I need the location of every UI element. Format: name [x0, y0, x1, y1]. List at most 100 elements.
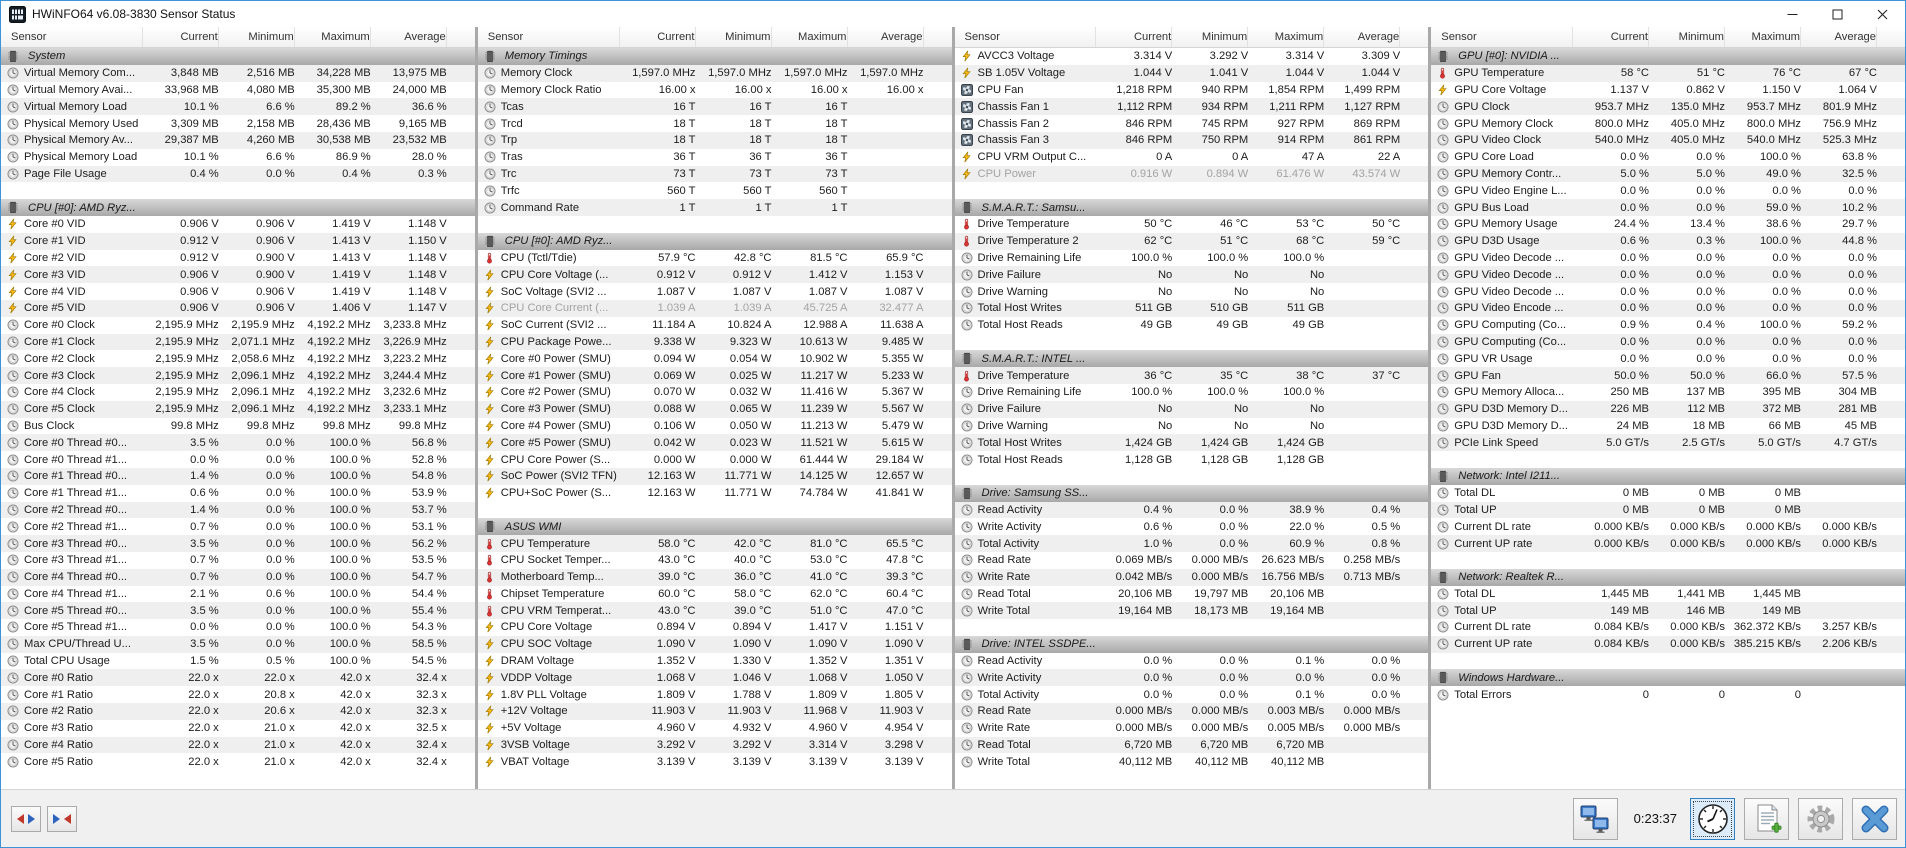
- sensor-row[interactable]: Total Errors000: [1431, 686, 1905, 703]
- sensor-row[interactable]: Trcd18 T18 T18 T: [478, 115, 952, 132]
- sensor-row[interactable]: GPU Memory Alloca...250 MB137 MB395 MB30…: [1431, 384, 1905, 401]
- sensor-row[interactable]: CPU Socket Temper...43.0 °C40.0 °C53.0 °…: [478, 552, 952, 569]
- column-header-maximum[interactable]: Maximum: [295, 27, 371, 47]
- sensor-row[interactable]: Core #1 Thread #1...0.6 %0.0 %100.0 %53.…: [1, 485, 475, 502]
- sensor-row[interactable]: Core #1 Power (SMU)0.069 W0.025 W11.217 …: [478, 367, 952, 384]
- sensor-row[interactable]: GPU Bus Load0.0 %0.0 %59.0 %10.2 %: [1431, 199, 1905, 216]
- sensor-row[interactable]: Core #2 VID0.912 V0.900 V1.413 V1.148 V: [1, 250, 475, 267]
- sensor-row[interactable]: GPU Core Voltage1.137 V0.862 V1.150 V1.0…: [1431, 82, 1905, 99]
- sensor-row[interactable]: GPU Clock953.7 MHz135.0 MHz953.7 MHz801.…: [1431, 98, 1905, 115]
- sensor-row[interactable]: Chassis Fan 3846 RPM750 RPM914 RPM861 RP…: [955, 132, 1429, 149]
- sensor-row[interactable]: Trp18 T18 T18 T: [478, 132, 952, 149]
- sensor-row[interactable]: Physical Memory Av...29,387 MB4,260 MB30…: [1, 132, 475, 149]
- sensor-row[interactable]: Memory Clock1,597.0 MHz1,597.0 MHz1,597.…: [478, 65, 952, 82]
- sensor-row[interactable]: Core #4 Power (SMU)0.106 W0.050 W11.213 …: [478, 418, 952, 435]
- sensor-row[interactable]: Drive Remaining Life100.0 %100.0 %100.0 …: [955, 250, 1429, 267]
- column-header-maximum[interactable]: Maximum: [772, 27, 848, 47]
- sensor-row[interactable]: GPU Video Decode ...0.0 %0.0 %0.0 %0.0 %: [1431, 250, 1905, 267]
- sensor-row[interactable]: Core #3 Power (SMU)0.088 W0.065 W11.239 …: [478, 401, 952, 418]
- sensor-row[interactable]: Core #2 Thread #1...0.7 %0.0 %100.0 %53.…: [1, 518, 475, 535]
- sensor-row[interactable]: GPU Memory Usage24.4 %13.4 %38.6 %29.7 %: [1431, 216, 1905, 233]
- sensor-row[interactable]: Core #4 Ratio22.0 x21.0 x42.0 x32.4 x: [1, 737, 475, 754]
- sensor-group-header[interactable]: S.M.A.R.T.: Samsu...: [955, 199, 1429, 216]
- column-header-minimum[interactable]: Minimum: [219, 27, 295, 47]
- sensor-row[interactable]: GPU D3D Memory D...24 MB18 MB66 MB45 MB: [1431, 418, 1905, 435]
- sensor-row[interactable]: Total Host Writes1,424 GB1,424 GB1,424 G…: [955, 434, 1429, 451]
- close-button[interactable]: [1860, 1, 1905, 27]
- sensor-row[interactable]: CPU Core Voltage0.894 V0.894 V1.417 V1.1…: [478, 619, 952, 636]
- sensor-row[interactable]: Core #1 VID0.912 V0.906 V1.413 V1.150 V: [1, 233, 475, 250]
- clock-button[interactable]: [1690, 798, 1735, 840]
- sensor-row[interactable]: Current DL rate0.084 KB/s0.000 KB/s362.3…: [1431, 619, 1905, 636]
- sensor-group-header[interactable]: Network: Intel I211...: [1431, 468, 1905, 485]
- sensor-row[interactable]: CPU SOC Voltage1.090 V1.090 V1.090 V1.09…: [478, 636, 952, 653]
- column-header-sensor[interactable]: Sensor: [481, 27, 620, 47]
- sensor-row[interactable]: Core #5 Thread #1...0.0 %0.0 %100.0 %54.…: [1, 619, 475, 636]
- sensor-row[interactable]: +5V Voltage4.960 V4.932 V4.960 V4.954 V: [478, 720, 952, 737]
- sensor-row[interactable]: Bus Clock99.8 MHz99.8 MHz99.8 MHz99.8 MH…: [1, 418, 475, 435]
- remote-monitoring-button[interactable]: [1573, 798, 1618, 840]
- sensor-row[interactable]: Virtual Memory Com...3,848 MB2,516 MB34,…: [1, 65, 475, 82]
- sensor-row[interactable]: Core #3 VID0.906 V0.900 V1.419 V1.148 V: [1, 266, 475, 283]
- column-header-minimum[interactable]: Minimum: [1649, 27, 1725, 47]
- sensor-row[interactable]: Read Rate0.000 MB/s0.000 MB/s0.003 MB/s0…: [955, 703, 1429, 720]
- sensor-row[interactable]: GPU Memory Contr...5.0 %5.0 %49.0 %32.5 …: [1431, 166, 1905, 183]
- sensor-row[interactable]: Drive Temperature50 °C46 °C53 °C50 °C: [955, 216, 1429, 233]
- sensor-row[interactable]: Virtual Memory Avai...33,968 MB4,080 MB3…: [1, 82, 475, 99]
- sensor-row[interactable]: Core #0 VID0.906 V0.906 V1.419 V1.148 V: [1, 216, 475, 233]
- sensor-row[interactable]: Drive WarningNoNoNo: [955, 283, 1429, 300]
- sensor-row[interactable]: GPU Computing (Co...0.9 %0.4 %100.0 %59.…: [1431, 317, 1905, 334]
- sensor-row[interactable]: GPU Video Encode ...0.0 %0.0 %0.0 %0.0 %: [1431, 300, 1905, 317]
- sensor-row[interactable]: Core #1 Clock2,195.9 MHz2,071.1 MHz4,192…: [1, 334, 475, 351]
- sensor-row[interactable]: Core #4 Thread #0...0.7 %0.0 %100.0 %54.…: [1, 569, 475, 586]
- sensor-row[interactable]: Core #5 Clock2,195.9 MHz2,096.1 MHz4,192…: [1, 401, 475, 418]
- sensor-row[interactable]: CPU Temperature58.0 °C42.0 °C81.0 °C65.5…: [478, 535, 952, 552]
- sensor-row[interactable]: Write Activity0.6 %0.0 %22.0 %0.5 %: [955, 518, 1429, 535]
- column-header-average[interactable]: Average: [1801, 27, 1877, 47]
- sensor-row[interactable]: Core #0 Thread #0...3.5 %0.0 %100.0 %56.…: [1, 434, 475, 451]
- sensor-row[interactable]: Drive Remaining Life100.0 %100.0 %100.0 …: [955, 384, 1429, 401]
- sensor-row[interactable]: CPU VRM Temperat...43.0 °C39.0 °C51.0 °C…: [478, 602, 952, 619]
- sensor-row[interactable]: GPU Computing (Co...0.0 %0.0 %0.0 %0.0 %: [1431, 334, 1905, 351]
- sensor-row[interactable]: Core #5 Thread #0...3.5 %0.0 %100.0 %55.…: [1, 602, 475, 619]
- sensor-row[interactable]: Page File Usage0.4 %0.0 %0.4 %0.3 %: [1, 166, 475, 183]
- sensor-row[interactable]: SoC Power (SVI2 TFN)12.163 W11.771 W14.1…: [478, 468, 952, 485]
- sensor-row[interactable]: Read Activity0.0 %0.0 %0.1 %0.0 %: [955, 653, 1429, 670]
- sensor-row[interactable]: Command Rate1 T1 T1 T: [478, 199, 952, 216]
- sensor-row[interactable]: Read Activity0.4 %0.0 %38.9 %0.4 %: [955, 502, 1429, 519]
- arrows-outward-button[interactable]: [11, 806, 41, 832]
- sensor-row[interactable]: Core #1 Ratio22.0 x20.8 x42.0 x32.3 x: [1, 686, 475, 703]
- sensor-row[interactable]: Write Activity0.0 %0.0 %0.0 %0.0 %: [955, 669, 1429, 686]
- sensor-row[interactable]: Core #2 Thread #0...1.4 %0.0 %100.0 %53.…: [1, 502, 475, 519]
- sensor-row[interactable]: Drive Temperature36 °C35 °C38 °C37 °C: [955, 367, 1429, 384]
- sensor-row[interactable]: Core #5 Ratio22.0 x21.0 x42.0 x32.4 x: [1, 753, 475, 770]
- sensor-row[interactable]: Total Host Writes511 GB510 GB511 GB: [955, 300, 1429, 317]
- sensor-row[interactable]: Read Total20,106 MB19,797 MB20,106 MB: [955, 586, 1429, 603]
- column-header-sensor[interactable]: Sensor: [1434, 27, 1573, 47]
- sensor-row[interactable]: Chassis Fan 2846 RPM745 RPM927 RPM869 RP…: [955, 115, 1429, 132]
- sensor-row[interactable]: Total Activity1.0 %0.0 %60.9 %0.8 %: [955, 535, 1429, 552]
- sensor-row[interactable]: Total DL1,445 MB1,441 MB1,445 MB: [1431, 586, 1905, 603]
- sensor-row[interactable]: VDDP Voltage1.068 V1.046 V1.068 V1.050 V: [478, 669, 952, 686]
- column-header-current[interactable]: Current: [143, 27, 219, 47]
- sensor-row[interactable]: Max CPU/Thread U...3.5 %0.0 %100.0 %58.5…: [1, 636, 475, 653]
- column-header-minimum[interactable]: Minimum: [696, 27, 772, 47]
- sensor-row[interactable]: Total Host Reads49 GB49 GB49 GB: [955, 317, 1429, 334]
- sensor-row[interactable]: AVCC3 Voltage3.314 V3.292 V3.314 V3.309 …: [955, 48, 1429, 65]
- sensor-row[interactable]: Drive WarningNoNoNo: [955, 418, 1429, 435]
- sensor-row[interactable]: Total UP0 MB0 MB0 MB: [1431, 502, 1905, 519]
- column-header-maximum[interactable]: Maximum: [1248, 27, 1324, 47]
- sensor-row[interactable]: +12V Voltage11.903 V11.903 V11.968 V11.9…: [478, 703, 952, 720]
- sensor-row[interactable]: Total Activity0.0 %0.0 %0.1 %0.0 %: [955, 686, 1429, 703]
- sensor-group-header[interactable]: S.M.A.R.T.: INTEL ...: [955, 350, 1429, 367]
- sensor-row[interactable]: Core #4 Thread #1...2.1 %0.6 %100.0 %54.…: [1, 586, 475, 603]
- sensor-row[interactable]: GPU D3D Usage0.6 %0.3 %100.0 %44.8 %: [1431, 233, 1905, 250]
- sensor-row[interactable]: GPU Fan50.0 %50.0 %66.0 %57.5 %: [1431, 367, 1905, 384]
- sensor-row[interactable]: CPU Fan1,218 RPM940 RPM1,854 RPM1,499 RP…: [955, 82, 1429, 99]
- column-header-sensor[interactable]: Sensor: [958, 27, 1097, 47]
- sensor-row[interactable]: Drive FailureNoNoNo: [955, 266, 1429, 283]
- minimize-button[interactable]: [1770, 1, 1815, 27]
- sensor-row[interactable]: Tcas16 T16 T16 T: [478, 98, 952, 115]
- sensor-row[interactable]: Chassis Fan 11,112 RPM934 RPM1,211 RPM1,…: [955, 98, 1429, 115]
- sensor-row[interactable]: Core #4 VID0.906 V0.906 V1.419 V1.148 V: [1, 283, 475, 300]
